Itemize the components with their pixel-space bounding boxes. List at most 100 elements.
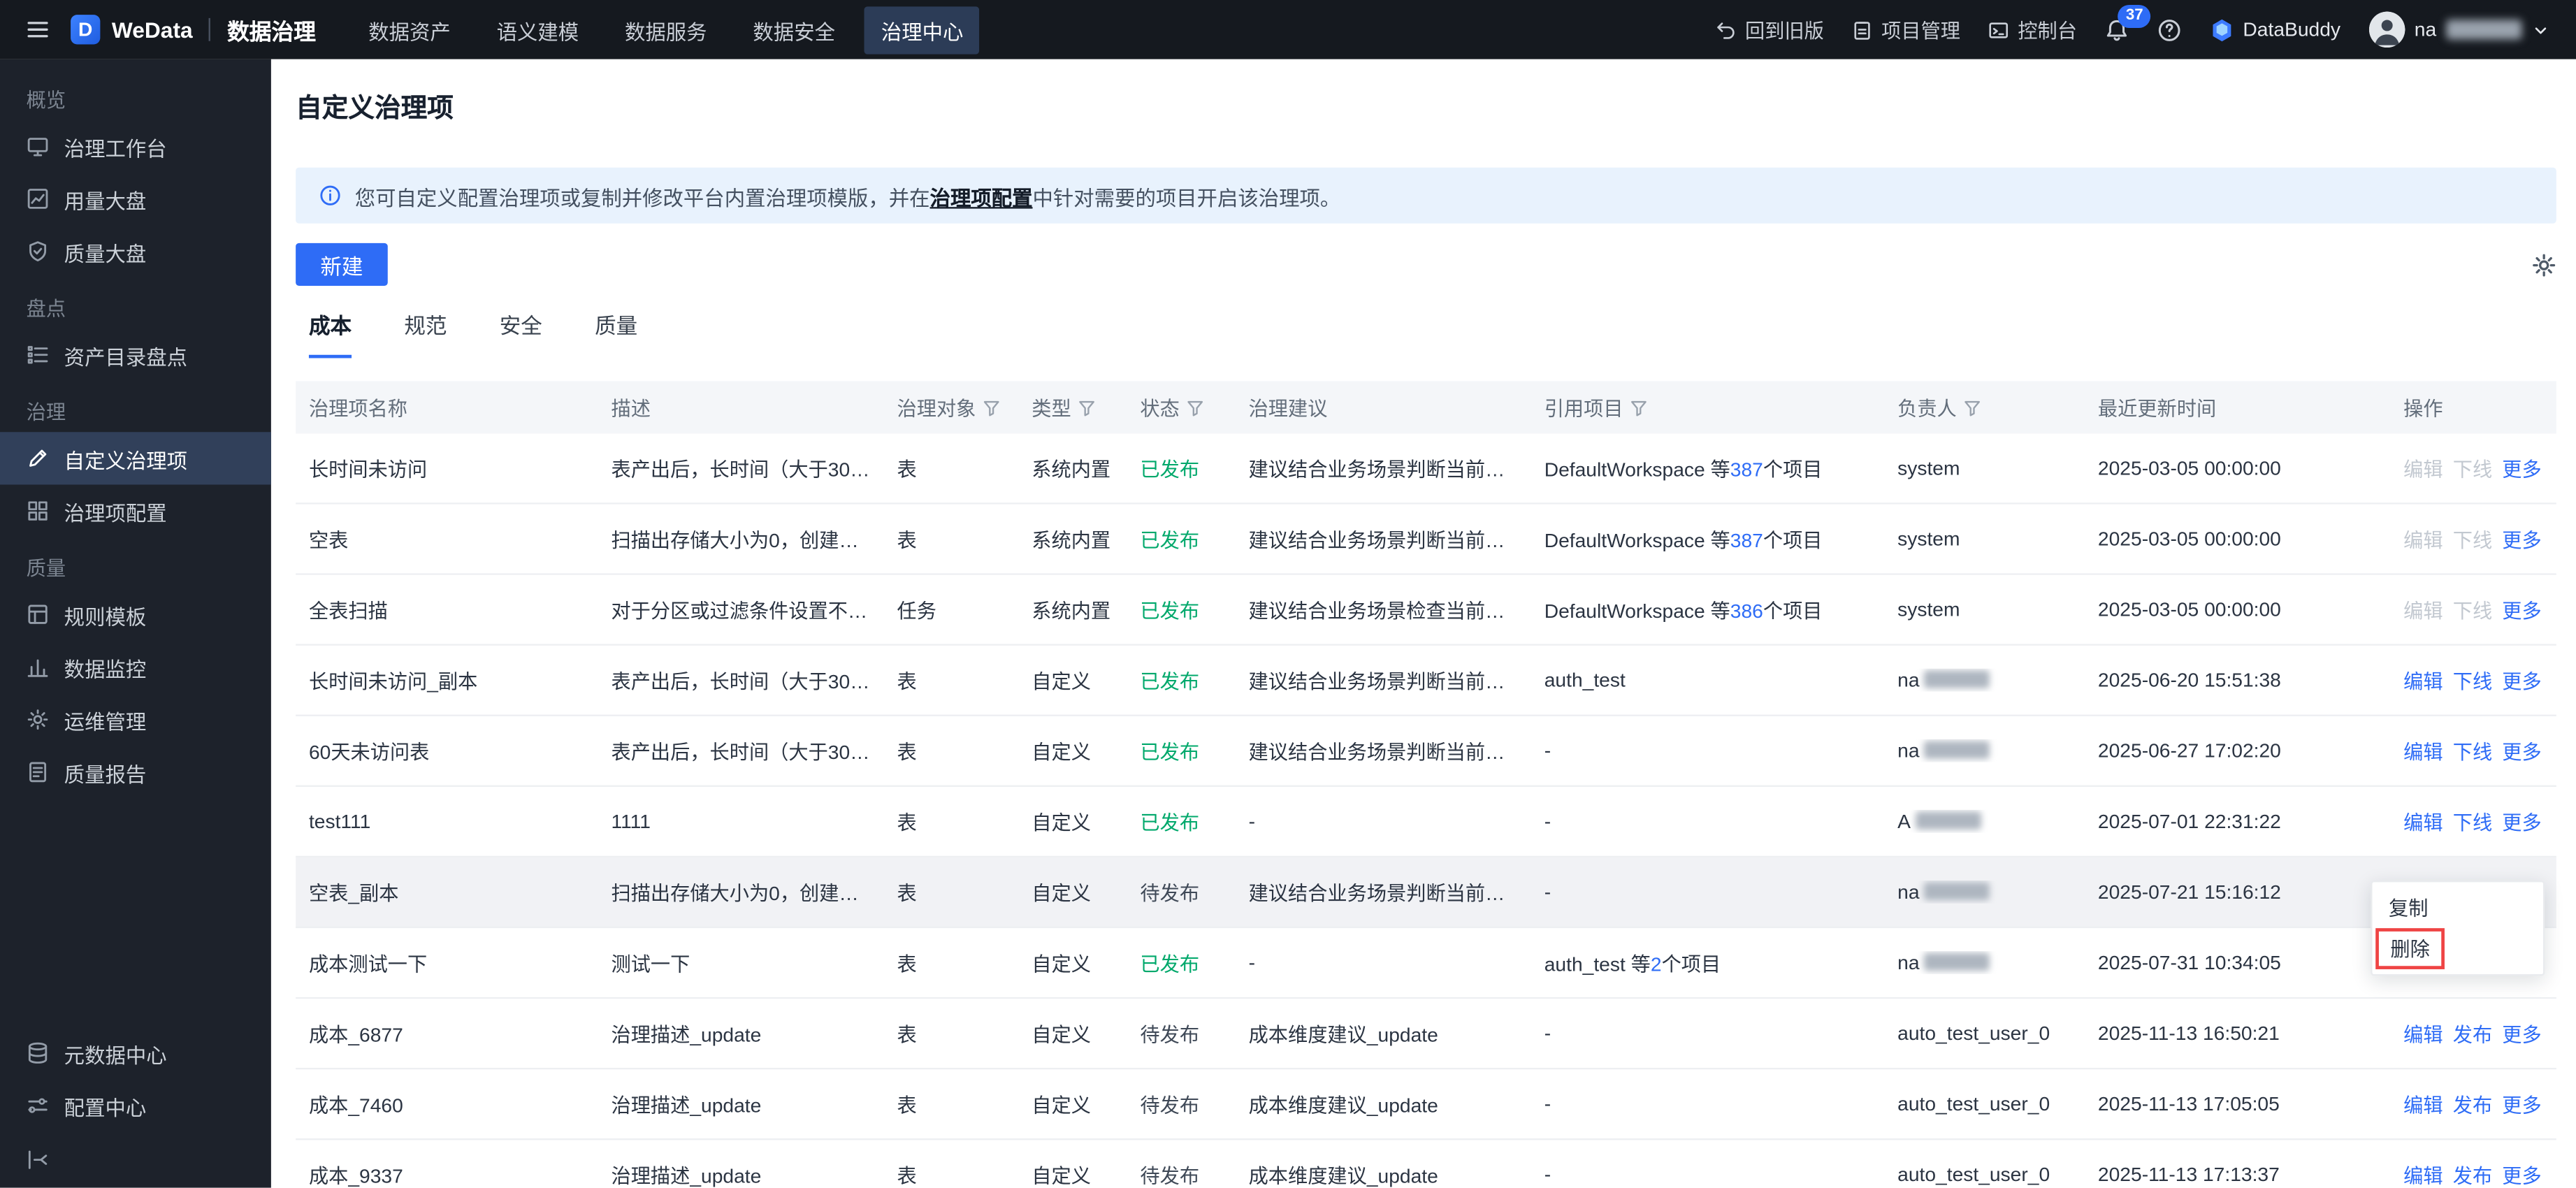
filter-funnel-icon[interactable] [1078,398,1096,416]
filter-funnel-icon[interactable] [1963,398,1981,416]
row-action-link[interactable]: 发布 [2453,1022,2492,1045]
filter-funnel-icon[interactable] [1630,398,1648,416]
sidebar-item[interactable]: 配置中心 [0,1079,271,1131]
sidebar-item[interactable]: 质量大盘 [0,225,271,277]
cell-type: 自定义 [1032,811,1091,834]
project-management-button[interactable]: 项目管理 [1852,15,1960,43]
row-action-link[interactable]: 下线 [2453,669,2492,693]
row-action-link[interactable]: 下线 [2453,811,2492,834]
sidebar-item[interactable]: 用量大盘 [0,173,271,225]
banner-config-link[interactable]: 治理项配置 [930,187,1033,210]
cell-type: 系统内置 [1032,598,1111,622]
filter-funnel-icon[interactable] [1630,398,1648,416]
help-button[interactable] [2157,17,2182,42]
sidebar-item[interactable]: 自定义治理项 [0,432,271,485]
sidebar-item[interactable]: 数据监控 [0,641,271,693]
row-action-link[interactable]: 编辑 [2403,1022,2443,1045]
row-action-link[interactable]: 编辑 [2403,669,2443,693]
topnav-item[interactable]: 语义建模 [480,6,595,53]
row-action-link[interactable]: 编辑 [2403,1093,2443,1116]
console-button[interactable]: 控制台 [1988,15,2077,43]
filter-funnel-icon[interactable] [1186,398,1204,416]
row-action-link: 下线 [2452,457,2493,481]
column-header-label: 负责人 [1897,396,1957,420]
sidebar-item[interactable]: 治理工作台 [0,120,271,173]
row-action-link[interactable]: 编辑 [2403,740,2443,763]
notifications-button[interactable]: 37 [2105,3,2151,42]
data-monitor-icon [27,655,50,679]
redacted-owner [1916,811,1982,830]
filter-funnel-icon[interactable] [1186,398,1204,416]
wedata-logo-icon[interactable]: D [71,15,101,45]
cell-object: 表 [897,740,917,763]
collapse-sidebar-button[interactable] [0,1132,271,1188]
column-header: 状态 [1140,393,1248,421]
cell-actions: 编辑发布更多 [2403,1090,2556,1118]
topnav-item[interactable]: 数据安全 [737,6,852,53]
back-to-old-version-button[interactable]: 回到旧版 [1716,15,1824,43]
row-action-link[interactable]: 更多 [2502,458,2541,481]
databuddy-button[interactable]: DataBuddy [2210,17,2340,42]
filter-funnel-icon[interactable] [983,398,1001,416]
sidebar-item[interactable]: 运维管理 [0,693,271,746]
sidebar-item[interactable]: 资产目录盘点 [0,328,271,381]
tab[interactable]: 成本 [308,309,352,358]
tab[interactable]: 质量 [595,309,637,358]
tab[interactable]: 安全 [500,309,542,358]
cell-project: - [1544,881,1897,904]
cell-object: 表 [897,528,917,551]
row-action-link[interactable]: 更多 [2502,1164,2541,1187]
sidebar-group-label: 治理 [26,400,66,424]
filter-funnel-icon[interactable] [1078,398,1096,416]
row-action-link[interactable]: 编辑 [2403,811,2443,834]
new-button[interactable]: 新建 [296,242,388,287]
status-badge: 已发布 [1140,740,1200,763]
row-action-link[interactable]: 更多 [2502,1093,2541,1116]
project-count-link[interactable]: 2 [1651,952,1662,975]
project-count-link[interactable]: 387 [1730,458,1763,481]
topnav-item[interactable]: 数据服务 [609,6,724,53]
cell-name: 全表扫描 [308,598,388,622]
topnav-item[interactable]: 数据资产 [352,6,468,53]
context-menu-item[interactable]: 删除 [2373,928,2543,969]
row-action-link[interactable]: 更多 [2502,528,2541,551]
context-menu-item[interactable]: 复制 [2373,887,2543,928]
sidebar-item-label: 规则模板 [64,605,147,629]
cell-owner: na [1897,739,2098,762]
row-action-link[interactable]: 更多 [2502,599,2541,622]
pencil-icon [27,447,50,470]
project-text: - [1544,881,1551,904]
project-text: - [1544,1092,1551,1116]
user-menu[interactable]: na [2368,11,2549,48]
row-action-link[interactable]: 更多 [2502,1022,2541,1045]
sidebar-item[interactable]: 元数据中心 [0,1027,271,1079]
row-action-link[interactable]: 编辑 [2403,1164,2443,1187]
row-action-link[interactable]: 发布 [2453,1093,2492,1116]
sidebar-item[interactable]: 规则模板 [0,588,271,641]
row-action-link[interactable]: 下线 [2453,740,2492,763]
row-action-link[interactable]: 更多 [2502,811,2541,834]
filter-funnel-icon[interactable] [983,398,1001,416]
cell-actions: 编辑发布更多 [2403,1020,2556,1048]
menu-icon[interactable] [27,18,50,41]
sidebar-item[interactable]: 治理项配置 [0,484,271,537]
row-action-link[interactable]: 发布 [2453,1164,2492,1187]
table-row: 成本测试一下 测试一下表自定义 已发布 - auth_test 等2个项目 na 2025-… [296,928,2556,999]
cell-suggestion: 成本维度建议_update [1248,1022,1438,1046]
sidebar-item[interactable]: 质量报告 [0,746,271,798]
row-action-link: 下线 [2452,528,2493,551]
cell-status: 已发布 [1140,595,1248,623]
table-settings-button[interactable] [2532,252,2556,277]
project-text: - [1544,739,1551,762]
tab[interactable]: 规范 [404,309,447,358]
sidebar-item-label: 配置中心 [64,1096,147,1120]
topnav-item[interactable]: 治理中心 [864,6,980,54]
row-action-link[interactable]: 更多 [2502,669,2541,693]
filter-funnel-icon[interactable] [1963,398,1981,416]
gear-icon [2533,253,2556,276]
cell-name: 长时间未访问_副本 [308,669,478,693]
project-count-link[interactable]: 386 [1730,599,1763,622]
cell-updated-time: 2025-07-01 22:31:22 [2097,809,2281,833]
project-count-link[interactable]: 387 [1730,528,1763,551]
row-action-link[interactable]: 更多 [2502,740,2541,763]
